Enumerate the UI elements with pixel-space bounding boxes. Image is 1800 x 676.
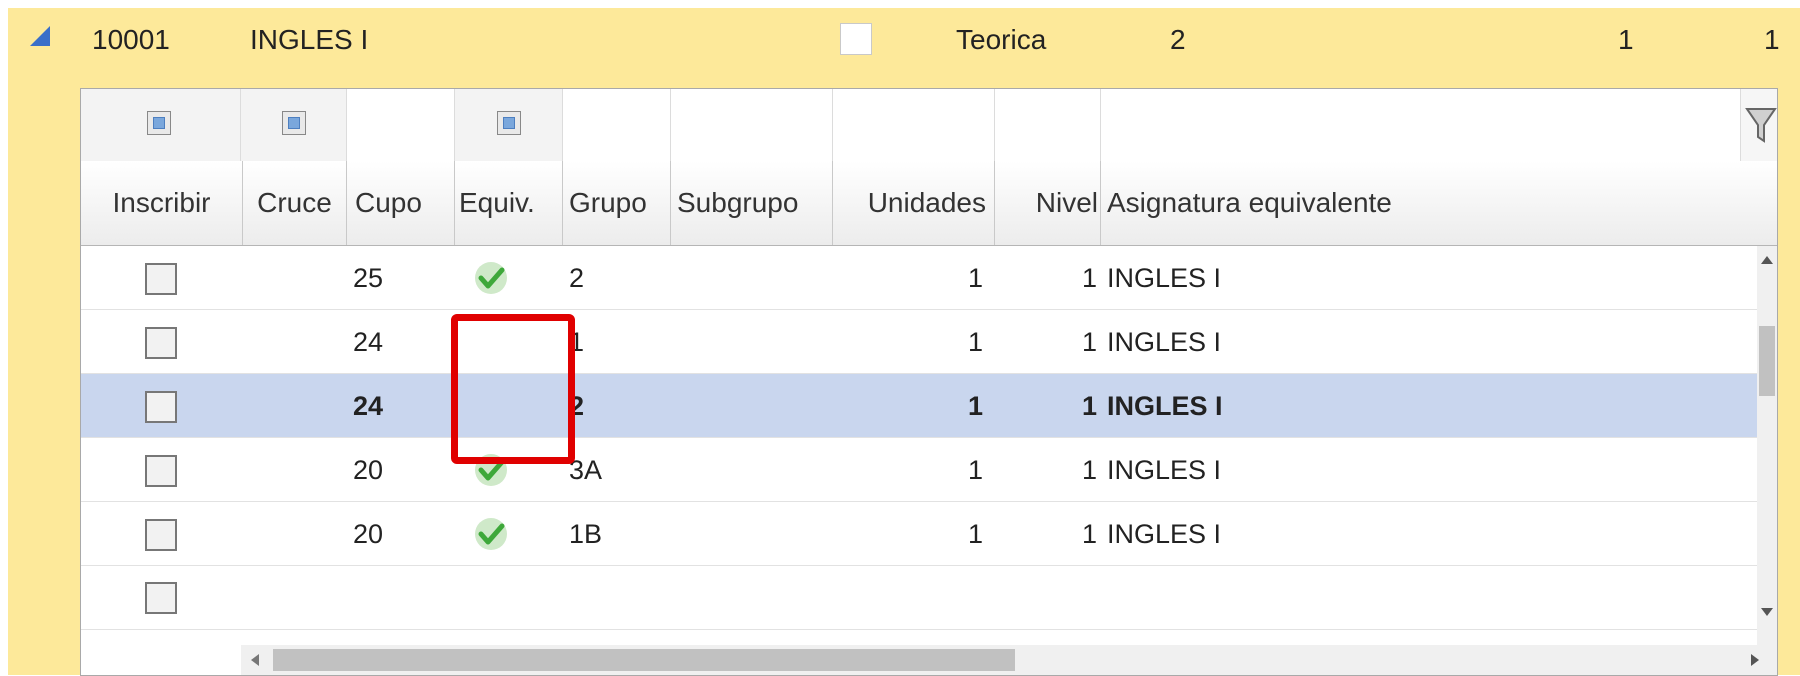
filter-nivel[interactable] (995, 89, 1101, 161)
table-row[interactable]: 20 3A 1 1 INGLES I (81, 438, 1777, 502)
course-value-3: 1 (1764, 24, 1780, 55)
horizontal-scrollbar[interactable] (241, 645, 1777, 675)
course-panel: 10001 INGLES I Teorica 2 1 1 Inscribir C… (8, 8, 1800, 676)
cell-cupo: 25 (353, 263, 384, 293)
course-value-2: 1 (1618, 24, 1634, 55)
cell-asignatura: INGLES I (1107, 263, 1222, 293)
scroll-left-icon[interactable] (251, 654, 259, 666)
column-header-equiv[interactable]: Equiv. (455, 161, 563, 245)
course-value-1: 2 (1170, 24, 1186, 55)
column-header-nivel[interactable]: Nivel (995, 161, 1101, 245)
table-row[interactable]: 25 2 1 1 INGLES I (81, 246, 1777, 310)
inscribir-checkbox[interactable] (145, 455, 177, 487)
filter-row (81, 89, 1777, 162)
cell-unidades: 1 (967, 327, 983, 357)
cell-cupo: 24 (353, 327, 384, 357)
cell-nivel: 1 (1081, 263, 1097, 293)
course-name: INGLES I (250, 24, 369, 55)
filter-grupo[interactable] (563, 89, 671, 161)
table-row[interactable]: 24 1 1 1 INGLES I (81, 310, 1777, 374)
course-row[interactable]: 10001 INGLES I Teorica 2 1 1 (8, 8, 1800, 84)
inscribir-checkbox[interactable] (145, 327, 177, 359)
column-header-unidades[interactable]: Unidades (833, 161, 995, 245)
cell-nivel: 1 (1081, 391, 1097, 421)
collapse-triangle-icon[interactable] (30, 26, 50, 46)
filter-checkbox-icon[interactable] (282, 111, 306, 135)
column-header-row: Inscribir Cruce Cupo Equiv. Grupo Subgru… (81, 161, 1777, 246)
cell-asignatura: INGLES I (1107, 519, 1222, 549)
cell-asignatura: INGLES I (1107, 455, 1222, 485)
filter-asignatura[interactable] (1101, 89, 1741, 161)
inscribir-checkbox[interactable] (145, 582, 177, 614)
cell-nivel: 1 (1081, 519, 1097, 549)
horizontal-scroll-thumb[interactable] (273, 649, 1015, 671)
cell-unidades: 1 (967, 263, 983, 293)
green-check-icon (475, 262, 507, 294)
scroll-down-icon[interactable] (1761, 608, 1773, 616)
cell-nivel: 1 (1081, 455, 1097, 485)
filter-subgrupo[interactable] (671, 89, 833, 161)
column-header-subgrupo[interactable]: Subgrupo (671, 161, 833, 245)
cell-grupo: 1B (569, 519, 603, 549)
inscribir-checkbox[interactable] (145, 519, 177, 551)
cell-nivel: 1 (1081, 327, 1097, 357)
filter-inscribir[interactable] (81, 89, 241, 161)
course-checkbox[interactable] (840, 23, 872, 55)
groups-grid: Inscribir Cruce Cupo Equiv. Grupo Subgru… (80, 88, 1778, 676)
column-header-asignatura[interactable]: Asignatura equivalente (1101, 161, 1741, 245)
cell-unidades: 1 (967, 391, 983, 421)
inscribir-checkbox[interactable] (145, 263, 177, 295)
vertical-scrollbar[interactable] (1757, 246, 1777, 645)
course-type: Teorica (956, 24, 1047, 55)
scroll-right-icon[interactable] (1751, 654, 1759, 666)
filter-checkbox-icon[interactable] (497, 111, 521, 135)
filter-equiv[interactable] (455, 89, 563, 161)
green-check-icon (475, 518, 507, 550)
vertical-scroll-thumb[interactable] (1759, 326, 1775, 396)
highlight-annotation-box (451, 314, 575, 464)
scroll-up-icon[interactable] (1761, 256, 1773, 264)
cell-cupo: 20 (353, 519, 384, 549)
cell-grupo: 2 (569, 263, 585, 293)
column-header-cupo[interactable]: Cupo (347, 161, 455, 245)
cell-cupo: 24 (353, 391, 384, 421)
filter-checkbox-icon[interactable] (147, 111, 171, 135)
cell-unidades: 1 (967, 519, 983, 549)
table-row-partial[interactable] (81, 566, 1777, 630)
filter-unidades[interactable] (833, 89, 995, 161)
funnel-icon[interactable] (1745, 103, 1777, 147)
column-header-grupo[interactable]: Grupo (563, 161, 671, 245)
cell-unidades: 1 (967, 455, 983, 485)
cell-asignatura: INGLES I (1107, 391, 1223, 421)
course-code: 10001 (92, 24, 170, 55)
filter-cruce[interactable] (241, 89, 347, 161)
grid-body: 25 2 1 1 INGLES I 24 1 1 1 INGLES I 24 2… (81, 246, 1777, 645)
cell-asignatura: INGLES I (1107, 327, 1222, 357)
column-header-cruce[interactable]: Cruce (243, 161, 347, 245)
column-header-inscribir[interactable]: Inscribir (81, 161, 243, 245)
filter-cupo[interactable] (347, 89, 455, 161)
table-row[interactable]: 20 1B 1 1 INGLES I (81, 502, 1777, 566)
inscribir-checkbox[interactable] (145, 391, 177, 423)
table-row-selected[interactable]: 24 2 1 1 INGLES I (81, 374, 1777, 438)
cell-cupo: 20 (353, 455, 384, 485)
